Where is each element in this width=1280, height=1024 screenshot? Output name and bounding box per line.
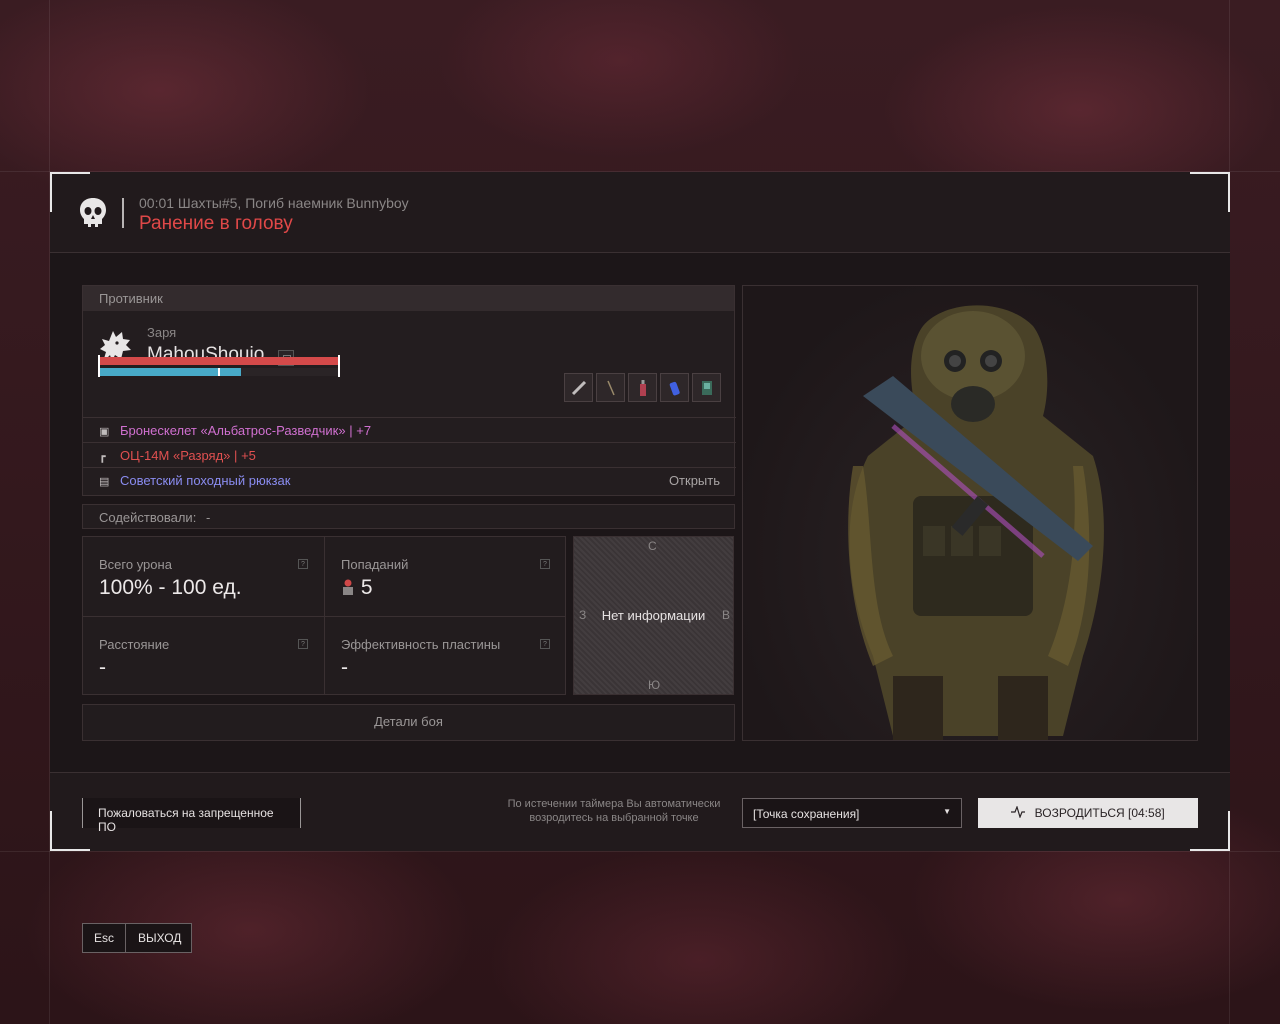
death-screen-panel: 00:01 Шахты#5, Погиб наемник Bunnyboy Ра…: [50, 172, 1230, 851]
weapon-name: ОЦ-14М «Разряд»: [120, 448, 231, 463]
armor-separator: |: [349, 423, 353, 438]
device-icon[interactable]: [692, 373, 721, 402]
stat-damage: Всего урона 100% - 100 ед. ?: [83, 537, 324, 616]
stat-hits-label: Попаданий: [341, 557, 409, 572]
health-bar: [99, 357, 339, 365]
stat-distance-label: Расстояние: [99, 637, 170, 652]
exit-button[interactable]: Esc ВЫХОД: [82, 923, 192, 953]
report-cheat-button[interactable]: Пожаловаться на запрещенное ПО: [82, 798, 301, 834]
info-icon[interactable]: ?: [298, 559, 308, 569]
body-head-icon: [343, 579, 353, 595]
stat-hits-row: 5: [341, 576, 550, 600]
armor-icon: ▣: [99, 426, 110, 438]
dropdown-arrow-icon: ▼: [943, 807, 951, 816]
stat-hits: Попаданий 5 ?: [325, 537, 566, 616]
respawn-button-label: ВОЗРОДИТЬСЯ [04:58]: [1034, 806, 1165, 820]
respawn-timer-hint: По истечении таймера Вы автоматически во…: [480, 797, 748, 825]
knife-icon[interactable]: [564, 373, 593, 402]
kill-minimap: С Ю З В Нет информации: [573, 536, 734, 695]
assist-value: -: [205, 510, 211, 525]
info-icon[interactable]: ?: [540, 559, 550, 569]
armor-name: Бронескелет «Альбатрос-Разведчик»: [120, 423, 346, 438]
open-backpack-button[interactable]: Открыть: [669, 473, 720, 488]
stat-hits-value: 5: [360, 576, 373, 599]
compass-south: Ю: [648, 678, 661, 692]
frame-line-bottom: [0, 851, 1280, 852]
weapon-separator: |: [234, 448, 238, 463]
footer-bar: Пожаловаться на запрещенное ПО По истече…: [50, 772, 1230, 851]
canister-icon[interactable]: [660, 373, 689, 402]
assist-row: Содействовали: -: [82, 504, 735, 529]
frame-corner-tl: [50, 172, 90, 212]
backpack-name: Советский походный рюкзак: [120, 473, 291, 488]
stick-icon[interactable]: [596, 373, 625, 402]
armor-bonus: +7: [356, 423, 372, 438]
compass-north: С: [648, 539, 657, 553]
pulse-icon: [1011, 805, 1026, 819]
stat-plate: Эффективность пластины - ?: [325, 617, 566, 696]
timer-hint-line1: По истечении таймера Вы автоматически: [507, 798, 721, 810]
death-event-text: 00:01 Шахты#5, Погиб наемник Bunnyboy: [139, 195, 409, 211]
respawn-point-value: [Точка сохранения]: [753, 807, 860, 821]
frame-corner-bl: [50, 811, 90, 851]
stat-distance-value: -: [99, 656, 106, 679]
stat-distance: Расстояние - ?: [83, 617, 324, 696]
info-icon[interactable]: ?: [298, 639, 308, 649]
combat-stats: Всего урона 100% - 100 ед. ? Попаданий 5…: [82, 536, 566, 695]
equipment-weapon-row[interactable]: ┏ ОЦ-14М «Разряд» | +5: [83, 442, 736, 467]
header-separator: [122, 198, 124, 228]
respawn-point-select[interactable]: [Точка сохранения] ▼: [742, 798, 962, 828]
equipment-armor-row[interactable]: ▣ Бронескелет «Альбатрос-Разведчик» | +7: [83, 417, 736, 442]
frame-corner-tr: [1190, 172, 1230, 212]
equipment-backpack-row[interactable]: ▤ Советский походный рюкзак Открыть: [83, 467, 736, 492]
exit-key-hint: Esc: [83, 924, 126, 952]
enemy-card: Противник Заря MahouShoujo ▣ Бронескелет…: [82, 285, 736, 496]
soldier-model-image: [848, 305, 1104, 740]
stat-damage-value: 100% - 100 ед.: [99, 576, 242, 599]
bar-tick-mid: [218, 368, 220, 376]
stat-damage-label: Всего урона: [99, 557, 172, 572]
enemy-section-title: Противник: [83, 286, 734, 311]
death-header: 00:01 Шахты#5, Погиб наемник Bunnyboy Ра…: [50, 172, 1230, 253]
timer-hint-line2: возродитесь на выбранной точке: [529, 812, 699, 824]
gun-icon: ┏: [99, 451, 106, 463]
exit-label: ВЫХОД: [138, 931, 182, 945]
bar-tick-end: [338, 355, 340, 377]
weapon-bonus: +5: [241, 448, 256, 463]
bar-tick-start: [98, 355, 100, 377]
respawn-button[interactable]: ВОЗРОДИТЬСЯ [04:58]: [978, 798, 1198, 828]
enemy-portrait: [742, 285, 1198, 741]
stat-plate-value: -: [341, 656, 348, 679]
frame-corner-br: [1190, 811, 1230, 851]
quick-items: [564, 373, 721, 402]
battle-details-button[interactable]: Детали боя: [82, 704, 735, 741]
death-cause: Ранение в голову: [139, 213, 293, 234]
info-icon[interactable]: ?: [540, 639, 550, 649]
enemy-clan: Заря: [147, 325, 177, 340]
bottle-icon[interactable]: [628, 373, 657, 402]
backpack-icon: ▤: [99, 476, 110, 488]
stat-plate-label: Эффективность пластины: [341, 637, 501, 652]
map-no-info: Нет информации: [601, 608, 706, 623]
assist-label: Содействовали:: [99, 510, 197, 525]
